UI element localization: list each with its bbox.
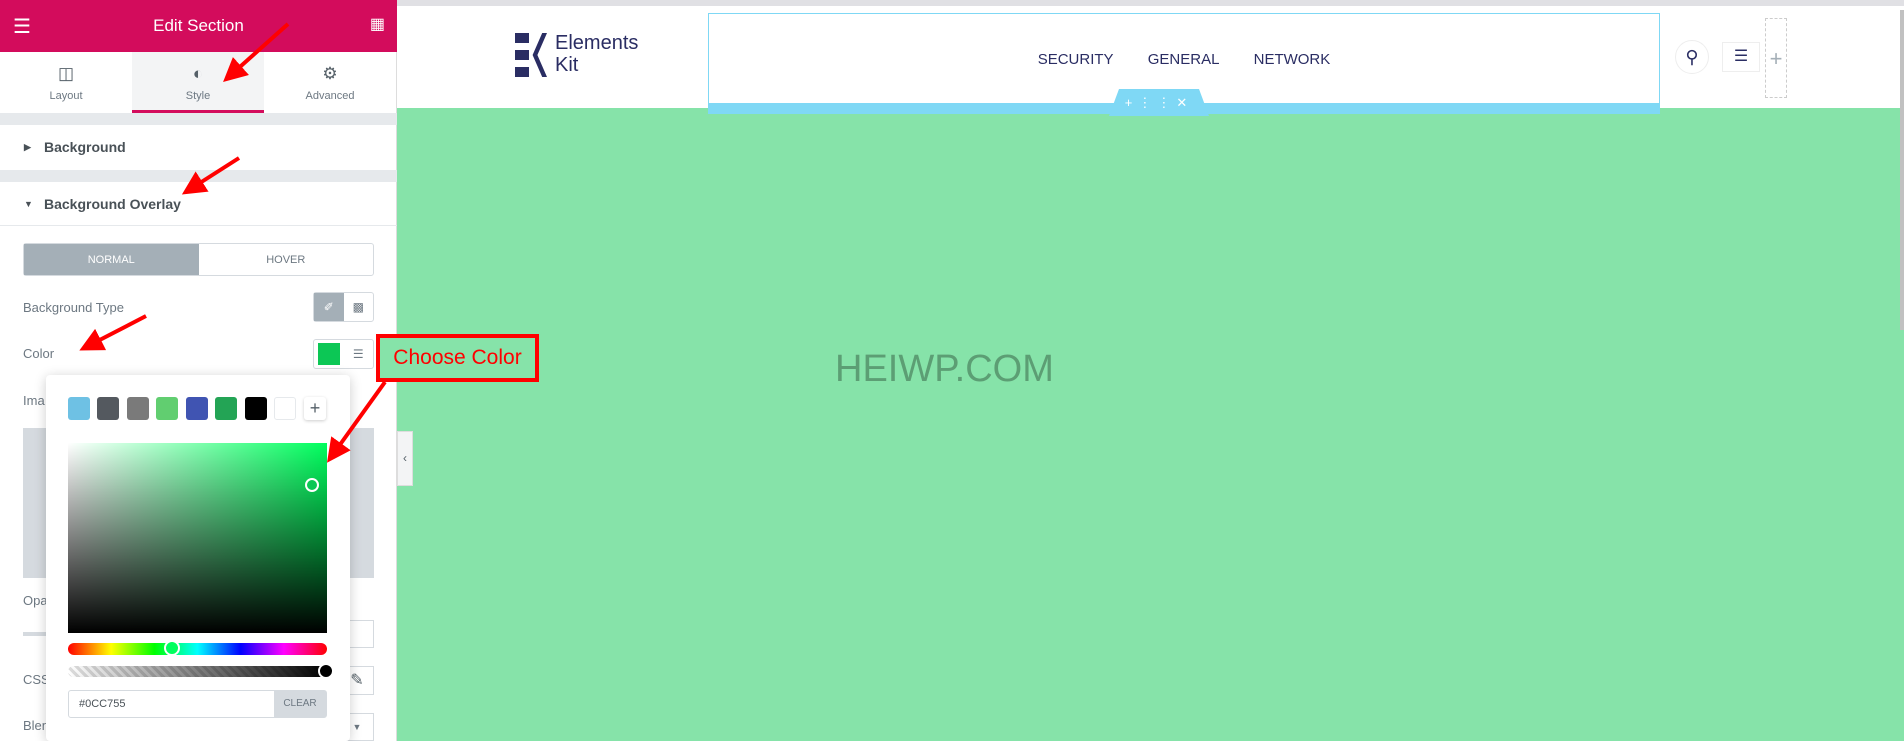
color-label: Color (23, 346, 55, 361)
hue-handle[interactable] (164, 640, 180, 656)
normal-tab[interactable]: NORMAL (24, 244, 199, 275)
delete-x-icon[interactable]: ✕ (1176, 95, 1193, 110)
logo-line: Elements (555, 32, 639, 54)
swatch[interactable] (245, 397, 267, 420)
tab-label: Style (185, 90, 211, 102)
add-section-plus-icon[interactable]: + (1125, 95, 1139, 110)
clear-button[interactable]: CLEAR (274, 691, 326, 717)
caret-right-icon: ▶ (24, 142, 31, 152)
annotation-choose-color: Choose Color (376, 334, 539, 382)
hex-field: #0CC755 CLEAR (68, 690, 327, 718)
global-colors-icon[interactable]: ☰ (344, 340, 374, 368)
watermark: HEIWP.COM (835, 348, 1054, 390)
swatch[interactable] (127, 397, 149, 420)
divider (0, 113, 397, 125)
section-title: Background Overlay (44, 196, 181, 212)
alpha-slider[interactable] (68, 663, 334, 679)
hex-input[interactable]: #0CC755 (69, 691, 274, 717)
add-widget-plus-icon[interactable]: + (1765, 18, 1787, 98)
swatch[interactable] (215, 397, 237, 420)
opacity-label: Opa (23, 593, 48, 608)
swatch[interactable] (186, 397, 208, 420)
tab-label: Advanced (305, 90, 355, 102)
collapse-panel-chevron-icon[interactable]: ‹ (397, 431, 413, 486)
preview-canvas: Elements Kit SECURITY GENERAL NETWORK +⋮⋮… (397, 0, 1904, 741)
add-swatch-plus-icon[interactable]: + (304, 397, 326, 420)
panel-title: Edit Section (153, 16, 244, 35)
nav-menu: SECURITY GENERAL NETWORK (709, 51, 1659, 68)
elementskit-logo-icon (515, 33, 551, 77)
contrast-icon: ◐ (192, 64, 204, 83)
nav-item-network[interactable]: NETWORK (1254, 51, 1331, 68)
widgets-grid-icon[interactable]: ▦ (370, 14, 385, 34)
panel-header: ☰ Edit Section ▦ (0, 0, 397, 52)
columns-icon: ◫ (57, 64, 75, 83)
section-background[interactable]: ▶ Background (0, 125, 397, 170)
nav-section: SECURITY GENERAL NETWORK +⋮⋮✕ (708, 13, 1660, 116)
logo-text[interactable]: Elements Kit (555, 32, 638, 76)
hue-slider[interactable] (68, 640, 327, 656)
state-toggle: NORMAL HOVER (23, 243, 374, 276)
scrollbar[interactable] (1900, 10, 1904, 330)
swatch[interactable] (68, 397, 90, 420)
offcanvas-menu-icon[interactable]: ☰ (1722, 42, 1760, 72)
gear-icon: ⚙ (322, 64, 338, 83)
color-swatch-button[interactable] (314, 340, 344, 368)
drag-handle-icon[interactable]: ⋮⋮ (1138, 95, 1176, 110)
section-handle: +⋮⋮✕ (1109, 89, 1209, 116)
background-type-label: Background Type (23, 300, 124, 315)
swatch[interactable] (97, 397, 119, 420)
color-control: ☰ (313, 339, 374, 369)
nav-item-security[interactable]: SECURITY (1038, 51, 1114, 68)
tab-layout[interactable]: ◫ Layout (0, 52, 132, 113)
divider (0, 170, 397, 182)
gradient-icon[interactable]: ▩ (344, 293, 374, 321)
swatch[interactable] (274, 397, 296, 420)
image-label: Ima (23, 393, 45, 408)
caret-down-icon: ▼ (24, 199, 33, 209)
saturation-area[interactable] (68, 443, 327, 633)
section-title: Background (44, 139, 126, 155)
swatch[interactable] (156, 397, 178, 420)
hover-tab[interactable]: HOVER (199, 244, 374, 275)
logo-line: Kit (555, 54, 579, 76)
editor-panel: ☰ Edit Section ▦ ◫ Layout ◐ Style ⚙ Advance… (0, 0, 397, 741)
section-background-overlay[interactable]: ▼ Background Overlay (0, 182, 397, 226)
search-icon[interactable]: ⚲ (1675, 40, 1709, 74)
classic-brush-icon[interactable]: ✐ (314, 293, 344, 321)
tab-label: Layout (49, 90, 83, 102)
site-header: Elements Kit SECURITY GENERAL NETWORK +⋮⋮… (397, 0, 1904, 116)
saturation-handle[interactable] (305, 478, 319, 492)
background-type-control: ✐ ▩ (313, 292, 374, 322)
alpha-handle[interactable] (318, 663, 334, 679)
tab-advanced[interactable]: ⚙ Advanced (264, 52, 396, 113)
tab-style[interactable]: ◐ Style (132, 52, 264, 113)
color-picker-popup: + #0CC755 CLEAR (46, 375, 350, 741)
nav-item-general[interactable]: GENERAL (1148, 51, 1220, 68)
